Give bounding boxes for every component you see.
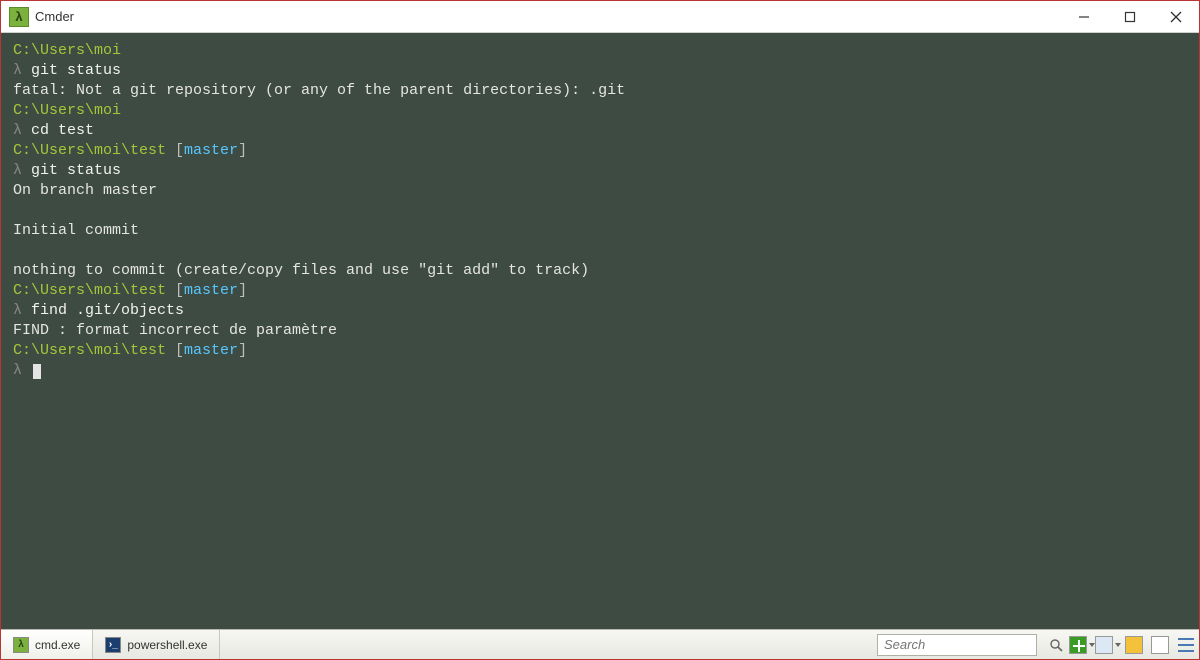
terminal-line: On branch master: [13, 181, 1187, 201]
app-icon: λ: [9, 7, 29, 27]
window-title: Cmder: [35, 9, 74, 24]
terminal-line: [13, 201, 1187, 221]
terminal-line: fatal: Not a git repository (or any of t…: [13, 81, 1187, 101]
tab-label: powershell.exe: [127, 638, 207, 652]
terminal-line: λ cd test: [13, 121, 1187, 141]
close-button[interactable]: [1153, 1, 1199, 32]
terminal-line: λ: [13, 361, 1187, 381]
terminal-line: C:\Users\moi: [13, 41, 1187, 61]
terminal-output[interactable]: C:\Users\moiλ git statusfatal: Not a git…: [1, 33, 1199, 629]
terminal-line: λ git status: [13, 161, 1187, 181]
terminal-line: C:\Users\moi\test [master]: [13, 341, 1187, 361]
lambda-icon: λ: [13, 637, 29, 653]
search-go-button[interactable]: [1043, 630, 1069, 659]
terminal-line: Initial commit: [13, 221, 1187, 241]
powershell-icon: ›_: [105, 637, 121, 653]
terminal-line: nothing to commit (create/copy files and…: [13, 261, 1187, 281]
minimize-button[interactable]: [1061, 1, 1107, 32]
terminal-line: C:\Users\moi\test [master]: [13, 281, 1187, 301]
terminal-line: C:\Users\moi: [13, 101, 1187, 121]
notes-button[interactable]: [1147, 630, 1173, 659]
windows-button[interactable]: [1095, 630, 1121, 659]
terminal-line: λ find .git/objects: [13, 301, 1187, 321]
tab-label: cmd.exe: [35, 638, 80, 652]
console-tab[interactable]: ›_ powershell.exe: [93, 630, 220, 659]
search-input[interactable]: [884, 637, 1030, 652]
status-bar: λ cmd.exe ›_ powershell.exe: [1, 629, 1199, 659]
search-input-wrapper[interactable]: [877, 634, 1037, 656]
new-tab-button[interactable]: [1069, 630, 1095, 659]
console-tab[interactable]: λ cmd.exe: [1, 630, 93, 659]
terminal-line: C:\Users\moi\test [master]: [13, 141, 1187, 161]
window-titlebar: λ Cmder: [1, 1, 1199, 33]
lock-button[interactable]: [1121, 630, 1147, 659]
terminal-line: [13, 241, 1187, 261]
terminal-line: FIND : format incorrect de paramètre: [13, 321, 1187, 341]
menu-button[interactable]: [1173, 630, 1199, 659]
maximize-button[interactable]: [1107, 1, 1153, 32]
terminal-line: λ git status: [13, 61, 1187, 81]
